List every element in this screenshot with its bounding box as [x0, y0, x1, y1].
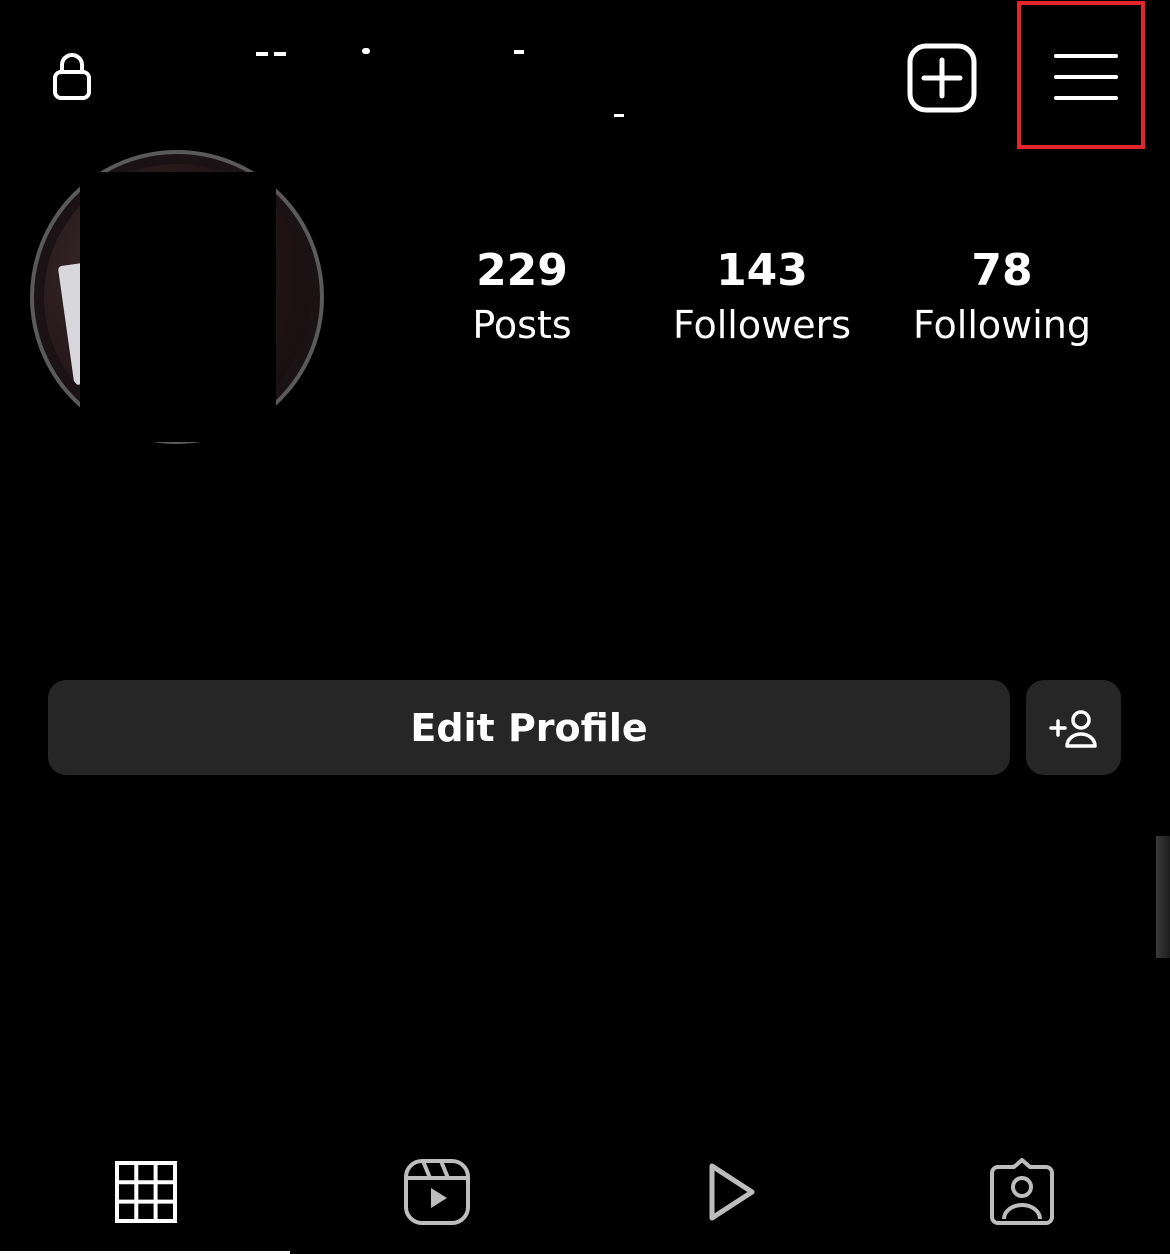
following-label: Following	[913, 303, 1091, 347]
edit-profile-button[interactable]: Edit Profile	[48, 680, 1010, 775]
followers-label: Followers	[673, 303, 851, 347]
following-count: 78	[971, 245, 1033, 296]
tab-videos[interactable]	[686, 1150, 770, 1234]
create-post-button[interactable]	[906, 42, 978, 114]
tab-grid[interactable]	[104, 1150, 188, 1234]
followers-stat[interactable]: 143 Followers	[662, 244, 862, 352]
username-fragment	[362, 48, 370, 54]
tab-tagged[interactable]	[980, 1150, 1064, 1234]
tab-reels[interactable]	[395, 1150, 479, 1234]
username-fragment	[274, 52, 286, 56]
posts-stat[interactable]: 229 Posts	[452, 244, 592, 352]
grid-icon	[115, 1161, 177, 1223]
lock-icon	[52, 52, 92, 102]
add-person-icon	[1048, 709, 1097, 748]
discover-people-button[interactable]	[1026, 680, 1121, 775]
avatar-redaction	[80, 172, 276, 442]
profile-page: 229 Posts 143 Followers 78 Following Edi…	[0, 0, 1170, 1254]
following-stat[interactable]: 78 Following	[900, 244, 1104, 352]
followers-count: 143	[716, 245, 808, 296]
reels-icon	[404, 1159, 470, 1225]
tagged-person-icon	[990, 1158, 1054, 1225]
username-fragment	[514, 50, 524, 54]
plus-square-icon	[907, 43, 977, 113]
menu-button[interactable]	[1040, 40, 1132, 120]
hamburger-menu-icon	[1054, 54, 1118, 100]
highlight-thumbnail[interactable]	[1156, 836, 1170, 958]
play-icon	[709, 1163, 755, 1221]
username-fragment	[256, 52, 268, 56]
posts-count: 229	[476, 245, 568, 296]
posts-label: Posts	[472, 303, 572, 347]
username-fragment	[614, 114, 624, 117]
